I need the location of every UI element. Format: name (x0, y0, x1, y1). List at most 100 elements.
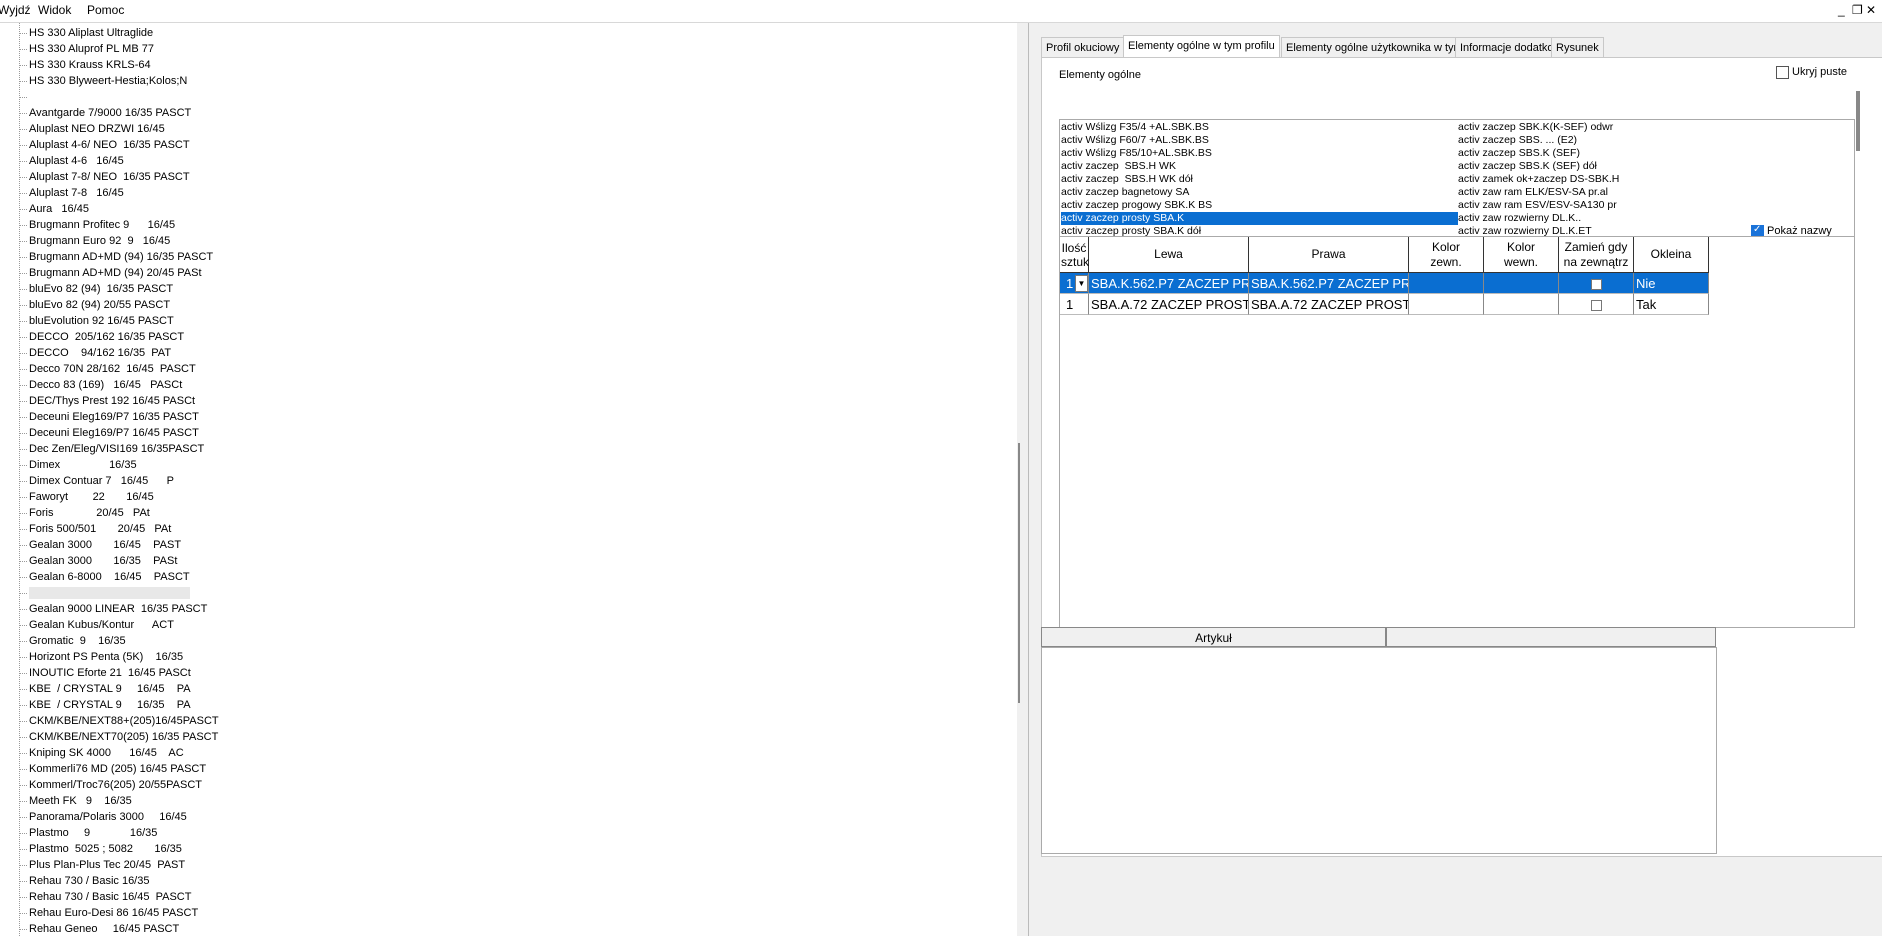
tree-item[interactable]: Aura 16/45 (19, 201, 89, 217)
tree-item[interactable]: DECCO 205/162 16/35 PASCT (19, 329, 184, 345)
tree-item[interactable]: Brugmann AD+MD (94) 20/45 PASt (19, 265, 202, 281)
tree-item[interactable]: Aluplast 7-8 16/45 (19, 185, 124, 201)
swap-checkbox[interactable] (1590, 300, 1602, 312)
tree-item[interactable]: Brugmann AD+MD (94) 16/35 PASCT (19, 249, 213, 265)
tree-item[interactable]: HS 330 Blyweert-Hestia;Kolos;N (19, 73, 187, 89)
tree-item[interactable]: bluEvo 82 (94) 16/35 PASCT (19, 281, 173, 297)
tree-item[interactable]: Gromatic 9 16/35 (19, 633, 126, 649)
listbox-item[interactable]: activ zaczep prosty SBA.K (1061, 212, 1458, 225)
menu-help[interactable]: Pomoc (87, 3, 124, 17)
tree-item[interactable]: Dimex 16/35 (19, 457, 137, 473)
tree-item[interactable]: Decco 70N 28/162 16/45 PASCT (19, 361, 196, 377)
col-header-zamien[interactable]: Zamień gdy na zewnątrz (1559, 237, 1634, 273)
tree-item[interactable]: Dimex Contuar 7 16/45 P (19, 473, 174, 489)
tree-item[interactable]: KBE / CRYSTAL 9 16/35 PA (19, 697, 191, 713)
cell-lewa[interactable]: SBA.K.562.P7 ZACZEP PROSTY (1089, 273, 1249, 294)
tree-item[interactable]: Gealan 3000 16/35 PASt (19, 553, 177, 569)
cell-prawa[interactable]: SBA.A.72 ZACZEP PROSTY (1249, 294, 1409, 315)
tree-item[interactable]: Rehau Euro-Desi 86 16/45 PASCT (19, 905, 198, 921)
tree-item[interactable]: Gealan 3000 16/45 PAST (19, 537, 181, 553)
cell-qty[interactable]: 1 (1060, 294, 1089, 315)
cell-kolor-wewn[interactable] (1484, 273, 1559, 294)
tree-item[interactable]: DEC/Thys Prest 192 16/45 PASCt (19, 393, 195, 409)
profile-tree[interactable]: HS 330 Aliplast Ultraglide HS 330 Aluprof… (0, 23, 1017, 936)
tree-item[interactable]: Deceuni Eleg169/P7 16/35 PASCT (19, 409, 199, 425)
tree-item[interactable]: KBE / CRYSTAL 9 16/45 PA (19, 681, 191, 697)
listbox-item[interactable]: activ zaczep progowy SBK.K BS (1061, 199, 1458, 212)
pane-splitter[interactable] (1028, 23, 1029, 936)
close-icon[interactable]: ✕ (1866, 3, 1876, 17)
article-area[interactable] (1041, 647, 1717, 854)
cell-zamien[interactable] (1559, 294, 1634, 315)
listbox-item[interactable]: activ Wślizg F85/10+AL.SBK.BS (1061, 147, 1458, 160)
col-header-okleina[interactable]: Okleina (1634, 237, 1709, 273)
tree-item[interactable]: Brugmann Euro 92 9 16/45 (19, 233, 170, 249)
article-header-2[interactable] (1386, 627, 1716, 647)
tree-item[interactable]: Decco 83 (169) 16/45 PASCt (19, 377, 182, 393)
tree-item[interactable]: Deceuni Eleg169/P7 16/45 PASCT (19, 425, 199, 441)
tree-item[interactable]: Dec Zen/Eleg/VISI169 16/35PASCT (19, 441, 204, 457)
swap-checkbox[interactable] (1590, 279, 1602, 291)
col-header-prawa[interactable]: Prawa (1249, 237, 1409, 273)
tree-item[interactable]: Gealan Kubus/Kontur ACT (19, 617, 174, 633)
article-header[interactable]: Artykuł (1041, 627, 1386, 647)
tree-item[interactable]: Gealan 9000 LINEAR 16/35 PASCT (19, 601, 207, 617)
cell-lewa[interactable]: SBA.A.72 ZACZEP PROSTY (1089, 294, 1249, 315)
tree-item[interactable]: bluEvo 82 (94) 20/55 PASCT (19, 297, 170, 313)
tree-item[interactable]: Aluplast 4-6/ NEO 16/35 PASCT (19, 137, 190, 153)
tree-item[interactable]: INOUTIC Eforte 21 16/45 PASCt (19, 665, 191, 681)
tree-item[interactable]: Kommerli76 MD (205) 16/45 PASCT (19, 761, 206, 777)
col-header-kolor-zewn[interactable]: Kolor zewn. (1409, 237, 1484, 273)
tree-item[interactable]: Rehau 730 / Basic 16/45 PASCT (19, 889, 191, 905)
tree-item[interactable]: Gealan 6-8000 16/45 PASCT (19, 569, 190, 585)
listbox-item[interactable]: activ zaczep SBS.K (SEF) (1458, 147, 1853, 160)
tab-elementy-ogolne[interactable]: Elementy ogólne w tym profilu (1123, 35, 1280, 58)
listbox-item[interactable]: activ zaw ram ELK/ESV-SA pr.al (1458, 186, 1853, 199)
minimize-icon[interactable]: _ (1838, 3, 1845, 17)
tree-item[interactable]: Rehau 730 / Basic 16/35 (19, 873, 149, 889)
tree-item[interactable]: Horizont PS Penta (5K) 16/35 (19, 649, 183, 665)
listbox-item[interactable]: activ zaczep SBK.K(K-SEF) odwr (1458, 121, 1853, 134)
tree-item[interactable] (19, 89, 29, 105)
tree-item[interactable]: Foris 500/501 20/45 PAt (19, 521, 171, 537)
tree-item[interactable]: Aluplast 7-8/ NEO 16/35 PASCT (19, 169, 190, 185)
tree-item[interactable]: Plastmo 5025 ; 5082 16/35 (19, 841, 182, 857)
tree-item[interactable]: CKM/KBE/NEXT88+(205)16/45PASCT (19, 713, 219, 729)
tree-item[interactable]: Brugmann Profitec 9 16/45 (19, 217, 175, 233)
cell-kolor-wewn[interactable] (1484, 294, 1559, 315)
col-header-qty[interactable]: Ilość sztuk (1060, 237, 1089, 273)
listbox-item[interactable]: activ zaczep bagnetowy SA (1061, 186, 1458, 199)
tree-item[interactable]: Aluplast 4-6 16/45 (19, 153, 124, 169)
tree-item[interactable]: HS 330 Krauss KRLS-64 (19, 57, 151, 73)
listbox-item[interactable]: activ zaczep SBS.H WK (1061, 160, 1458, 173)
tree-item[interactable]: Rehau Geneo 16/45 PASCT (19, 921, 179, 936)
qty-dropdown-icon[interactable]: ▼ (1075, 275, 1088, 292)
tree-item[interactable]: HS 330 Aluprof PL MB 77 (19, 41, 154, 57)
listbox-item[interactable]: activ Wślizg F35/4 +AL.SBK.BS (1061, 121, 1458, 134)
tree-item[interactable]: CKM/KBE/NEXT70(205) 16/35 PASCT (19, 729, 218, 745)
tree-item[interactable]: Aluplast NEO DRZWI 16/45 (19, 121, 165, 137)
cell-okleina[interactable]: Nie (1634, 273, 1709, 294)
elements-grid[interactable]: Ilość sztuk Lewa Prawa Kolor zewn. Kolor… (1059, 236, 1855, 628)
tree-item[interactable]: Faworyt 22 16/45 (19, 489, 154, 505)
hide-empty-checkbox[interactable] (1776, 66, 1789, 79)
listbox-item[interactable]: activ zaczep SBS.H WK dół (1061, 173, 1458, 186)
tree-item[interactable]: DECCO 94/162 16/35 PAT (19, 345, 171, 361)
cell-kolor-zewn[interactable] (1409, 273, 1484, 294)
tree-item[interactable]: bluEvolution 92 16/45 PASCT (19, 313, 174, 329)
tree-item[interactable]: Meeth FK 9 16/35 (19, 793, 132, 809)
tree-scrollbar-thumb[interactable] (1018, 443, 1020, 703)
tree-item[interactable]: Plastmo 9 16/35 (19, 825, 157, 841)
tab-rysunek[interactable]: Rysunek (1551, 37, 1604, 58)
tab-profil-okuciowy[interactable]: Profil okuciowy (1041, 37, 1125, 58)
listbox-item[interactable]: activ zaczep SBS. ... (E2) (1458, 134, 1853, 147)
tree-item[interactable]: Plus Plan-Plus Tec 20/45 PAST (19, 857, 185, 873)
listbox-item[interactable]: activ zamek ok+zaczep DS-SBK.H (1458, 173, 1853, 186)
col-header-kolor-wewn[interactable]: Kolor wewn. (1484, 237, 1559, 273)
tree-item[interactable]: Kniping SK 4000 16/45 AC (19, 745, 184, 761)
tree-item[interactable]: Kommerl/Troc76(205) 20/55PASCT (19, 777, 202, 793)
cell-okleina[interactable]: Tak (1634, 294, 1709, 315)
tree-item[interactable]: Avantgarde 7/9000 16/35 PASCT (19, 105, 191, 121)
tree-item[interactable]: HS 330 Aliplast Ultraglide (19, 25, 153, 41)
listbox-item[interactable]: activ zaw ram ESV/ESV-SA130 pr (1458, 199, 1853, 212)
